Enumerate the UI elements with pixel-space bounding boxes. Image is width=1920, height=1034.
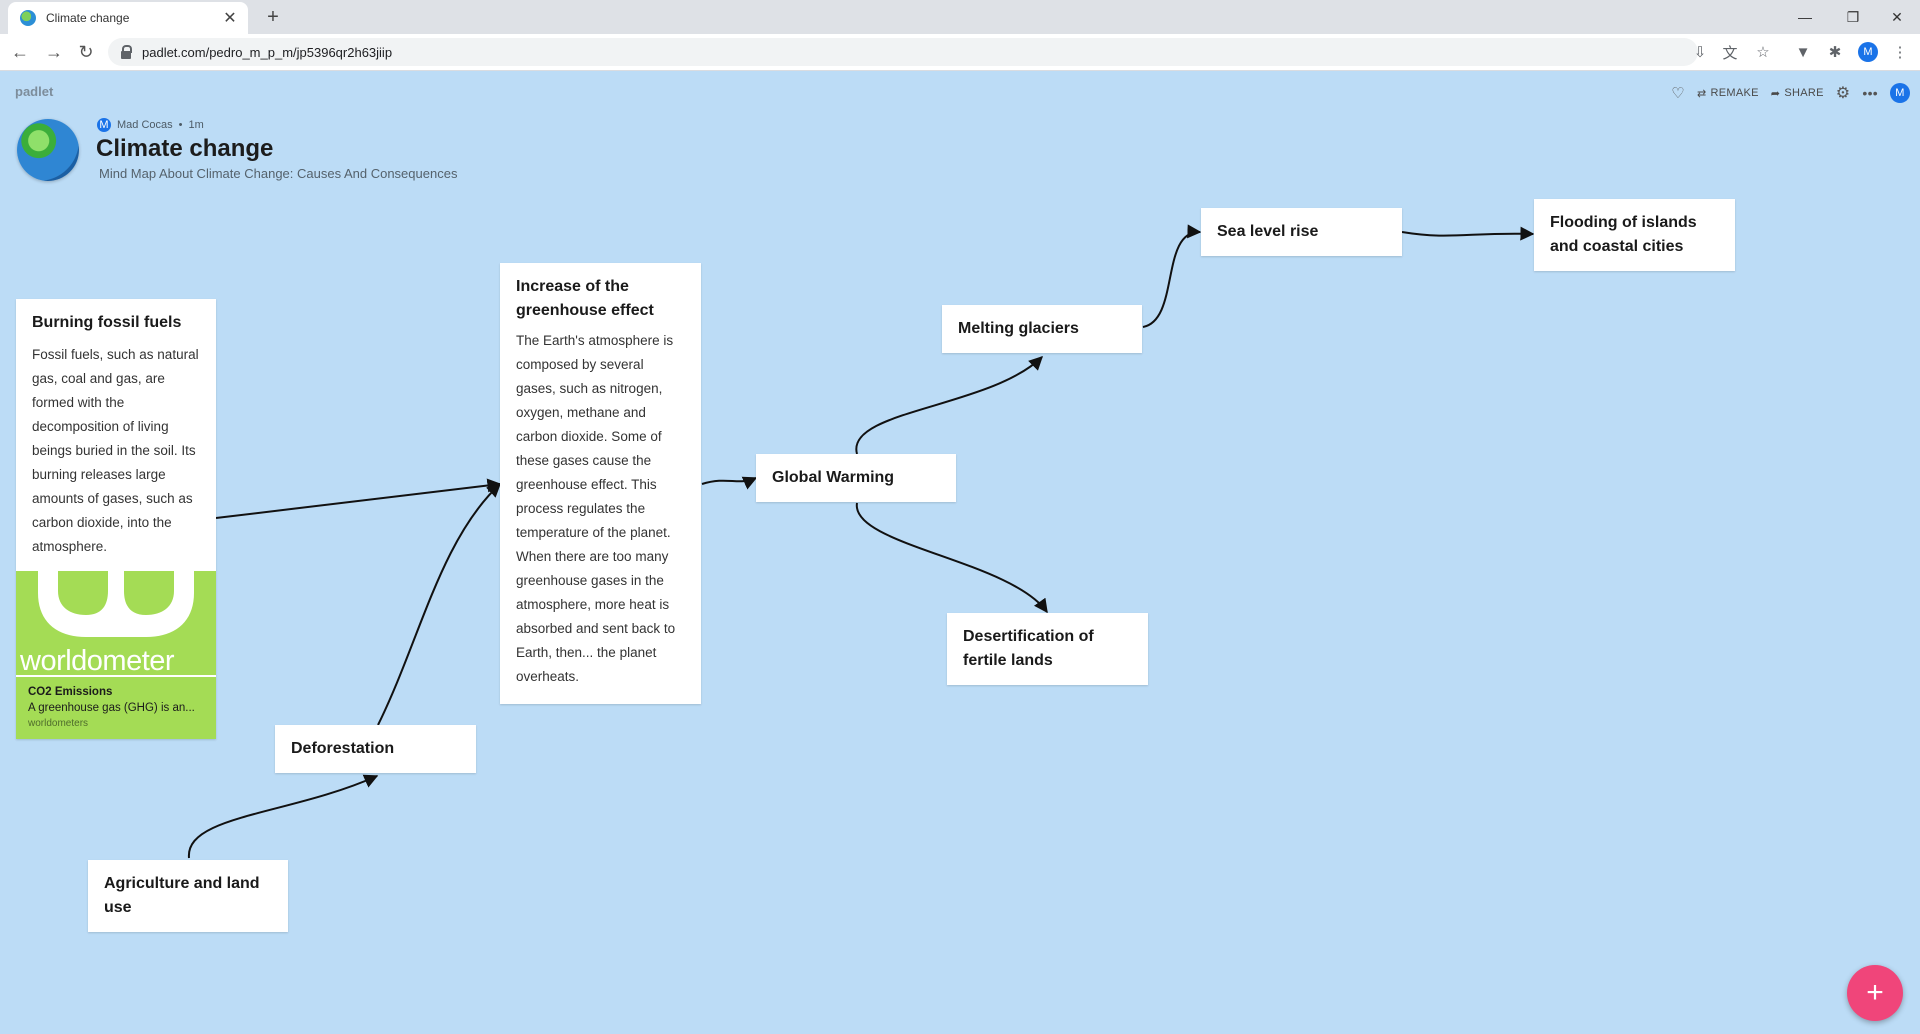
post-agriculture[interactable]: Agriculture and land use <box>88 860 288 932</box>
post-title: Sea level rise <box>1217 223 1319 240</box>
post-title: Increase of the greenhouse effect <box>516 278 654 319</box>
post-title: Melting glaciers <box>958 320 1079 337</box>
divider <box>16 675 216 677</box>
post-body: Fossil fuels, such as natural gas, coal … <box>32 347 199 554</box>
mindmap-connectors <box>187 224 1535 859</box>
post-melting-glaciers[interactable]: Melting glaciers <box>942 305 1142 353</box>
post-burning-fossil-fuels[interactable]: Burning fossil fuels Fossil fuels, such … <box>16 299 216 739</box>
arrow-deforestation-to-greenhouse <box>377 483 502 726</box>
arrow-agriculture-to-deforestation <box>187 774 379 859</box>
post-title: Global Warming <box>772 469 895 486</box>
post-greenhouse-effect[interactable]: Increase of the greenhouse effect The Ea… <box>500 263 701 704</box>
arrow-sea-level-to-flooding <box>1401 226 1535 241</box>
arrow-melting-to-sea-level <box>1142 224 1202 328</box>
attachment-title: CO2 Emissions <box>28 686 113 698</box>
post-title: Burning fossil fuels <box>32 314 182 331</box>
arrow-global-warming-to-melting <box>855 356 1044 455</box>
arrow-greenhouse-to-global-warming <box>701 476 758 490</box>
post-body: The Earth's atmosphere is composed by se… <box>516 333 676 684</box>
post-title: Flooding of islands and coastal cities <box>1550 214 1697 255</box>
attachment-description: A greenhouse gas (GHG) is an... <box>28 702 195 714</box>
plus-icon: + <box>1866 976 1884 1009</box>
post-title: Desertification of fertile lands <box>963 628 1094 669</box>
post-deforestation[interactable]: Deforestation <box>275 725 476 773</box>
post-sea-level-rise[interactable]: Sea level rise <box>1201 208 1402 256</box>
post-desertification[interactable]: Desertification of fertile lands <box>947 613 1148 685</box>
post-flooding[interactable]: Flooding of islands and coastal cities <box>1534 199 1735 271</box>
arrow-global-warming-to-desertification <box>855 502 1048 614</box>
worldometer-wordmark: worldometer <box>20 645 175 677</box>
add-post-button[interactable]: + <box>1847 965 1903 1021</box>
post-global-warming[interactable]: Global Warming <box>756 454 956 502</box>
attachment-source: worldometers <box>28 718 89 729</box>
post-title: Deforestation <box>291 740 395 757</box>
link-attachment[interactable]: worldometer CO2 Emissions A greenhouse g… <box>16 571 216 739</box>
post-title: Agriculture and land use <box>104 875 260 916</box>
arrow-burning-to-greenhouse <box>215 478 502 519</box>
